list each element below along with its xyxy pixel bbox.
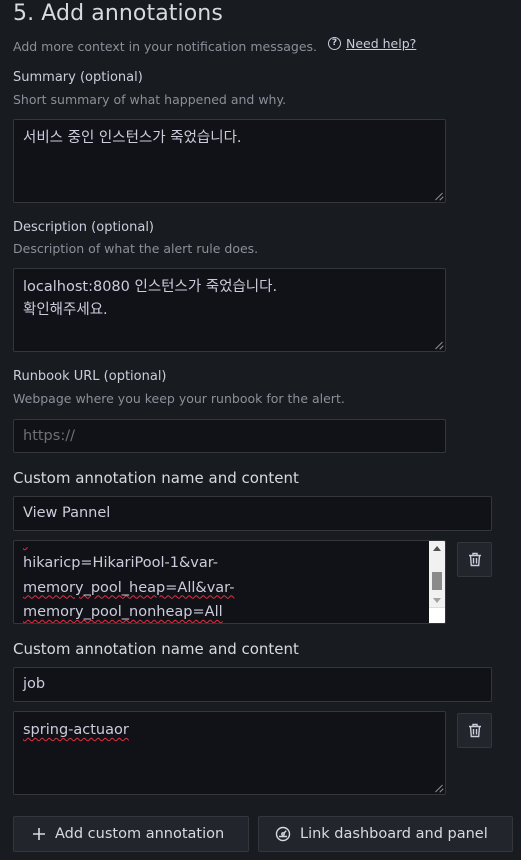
scroll-down-arrow-icon[interactable] (433, 598, 441, 603)
add-custom-annotation-label: Add custom annotation (55, 826, 225, 842)
plus-icon (33, 828, 45, 840)
custom-annotation-content-line-3: memory_pool_nonheap=All (23, 604, 223, 620)
need-help-label: Need help? (346, 36, 417, 51)
custom-annotation-name-input-2[interactable]: job (13, 667, 492, 702)
dashboard-gauge-icon (275, 826, 291, 842)
annotations-section: 5. Add annotations Add more context in y… (0, 0, 521, 860)
summary-textarea[interactable]: 서비스 중인 인스턴스가 죽었습니다. (13, 119, 446, 203)
description-label: Description (optional) (13, 220, 155, 235)
help-circle-icon: ? (328, 37, 341, 50)
section-title: 5. Add annotations (13, 1, 223, 26)
summary-label: Summary (optional) (13, 70, 143, 85)
scroll-up-arrow-icon[interactable] (433, 546, 441, 551)
summary-text: 서비스 중인 인스턴스가 죽었습니다. (23, 130, 242, 146)
description-line-1: localhost:8080 인스턴스가 죽었습니다. (23, 279, 278, 295)
resize-corner[interactable] (429, 607, 445, 623)
trash-icon (468, 552, 481, 567)
scrollbar-thumb[interactable] (432, 572, 442, 590)
description-textarea[interactable]: localhost:8080 인스턴스가 죽었습니다. 확인해주세요. (13, 268, 446, 352)
custom-annotation-heading-1: Custom annotation name and content (13, 469, 299, 487)
custom-annotation-name-1: View Pannel (23, 505, 111, 521)
runbook-url-input[interactable]: https:// (13, 419, 446, 453)
description-help: Description of what the alert rule does. (13, 241, 259, 256)
custom-annotation-content-line-1: hikaricp=HikariPool-1&var- (23, 555, 219, 571)
custom-annotation-name-input-1[interactable]: View Pannel (13, 496, 492, 531)
delete-annotation-button-2[interactable] (457, 713, 492, 748)
delete-annotation-button-1[interactable] (457, 542, 492, 577)
summary-description: Short summary of what happened and why. (13, 92, 287, 107)
custom-annotation-name-2: job (23, 676, 46, 692)
link-dashboard-panel-button[interactable]: Link dashboard and panel (258, 816, 513, 852)
runbook-url-placeholder: https:// (23, 427, 75, 444)
runbook-description: Webpage where you keep your runbook for … (13, 391, 345, 406)
resize-handle-icon[interactable] (435, 341, 443, 349)
resize-handle-icon[interactable] (435, 192, 443, 200)
trash-icon (468, 723, 481, 738)
runbook-label: Runbook URL (optional) (13, 369, 167, 384)
custom-annotation-content-2: spring-actuaor (23, 722, 129, 738)
add-custom-annotation-button[interactable]: Add custom annotation (13, 816, 249, 852)
need-help-link[interactable]: ? Need help? (328, 36, 416, 51)
description-line-2: 확인해주세요. (23, 302, 108, 318)
custom-annotation-content-textarea-1[interactable]: hikaricp=HikariPool-1&var- memory_pool_h… (13, 540, 446, 624)
custom-annotation-content-line-2: memory_pool_heap=All&var- (23, 579, 235, 596)
section-subtitle: Add more context in your notification me… (13, 39, 317, 54)
custom-annotation-heading-2: Custom annotation name and content (13, 640, 299, 658)
link-dashboard-panel-label: Link dashboard and panel (300, 826, 488, 842)
custom-annotation-content-textarea-2[interactable]: spring-actuaor (13, 711, 446, 795)
resize-handle-icon[interactable] (435, 784, 443, 792)
textarea-scrollbar[interactable] (429, 541, 445, 623)
custom-annotation-hidden-line (23, 541, 403, 552)
